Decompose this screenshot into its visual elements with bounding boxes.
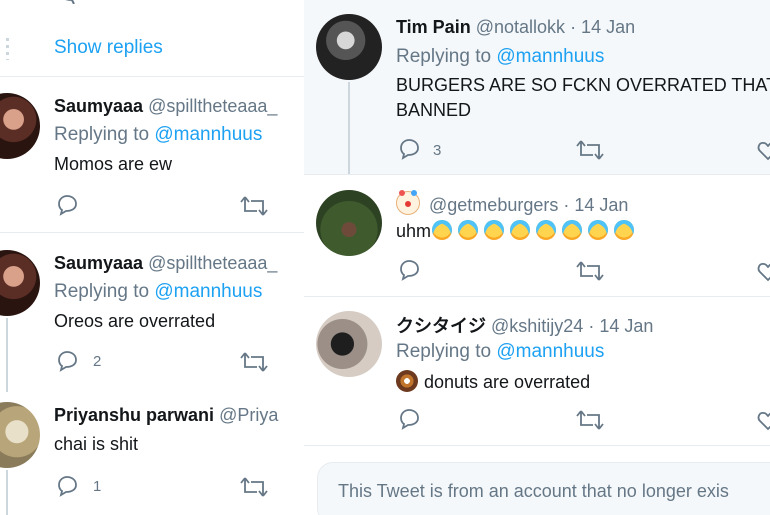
right-thread-panel: Tim Pain @notallokk · 14 Jan Replying to… <box>304 0 770 515</box>
reply-icon[interactable] <box>397 137 421 161</box>
loudly-crying-face-emoji <box>432 220 453 240</box>
thread-dots <box>6 38 9 60</box>
divider <box>304 445 770 446</box>
clown-face-emoji <box>396 190 420 215</box>
avatar[interactable] <box>0 93 40 159</box>
author-name[interactable]: Tim Pain <box>396 17 471 37</box>
tweet-text: chai is shit <box>54 434 139 454</box>
show-replies-link[interactable]: Show replies <box>54 37 163 59</box>
replying-label: Replying to <box>54 281 150 302</box>
reply-icon[interactable] <box>397 407 421 431</box>
retweet-icon[interactable] <box>240 194 268 218</box>
author-handle[interactable]: @getmeburgers <box>429 195 558 215</box>
avatar[interactable] <box>0 402 40 468</box>
divider <box>304 174 770 175</box>
like-icon[interactable] <box>756 138 770 162</box>
thread-line <box>6 470 8 515</box>
author-name[interactable]: Saumyaaa <box>54 96 143 116</box>
divider <box>304 296 770 297</box>
retweet-icon[interactable] <box>240 475 268 499</box>
like-icon[interactable] <box>756 408 770 432</box>
unavailable-notice-text: This Tweet is from an account that no lo… <box>338 481 729 501</box>
replying-label: Replying to <box>396 341 492 362</box>
replying-to-link[interactable]: @mannhuus <box>154 124 262 145</box>
loudly-crying-face-emoji <box>588 220 609 240</box>
retweet-icon[interactable] <box>576 138 604 162</box>
divider <box>0 232 304 233</box>
tweet-text: Momos are ew <box>54 154 173 174</box>
reply-icon[interactable] <box>397 258 421 282</box>
author-handle[interactable]: @Priya <box>219 405 278 425</box>
tweet-text: uhm <box>396 221 432 241</box>
retweet-icon[interactable] <box>576 408 604 432</box>
author-name[interactable]: Saumyaaa <box>54 253 143 273</box>
tweet-date[interactable]: · 14 Jan <box>563 195 628 215</box>
avatar[interactable] <box>316 190 382 256</box>
loudly-crying-face-emoji <box>484 220 505 240</box>
tweet-text-row: uhm <box>396 220 635 242</box>
loudly-crying-face-emoji <box>458 220 479 240</box>
retweet-icon[interactable] <box>242 0 268 4</box>
thread-line <box>348 82 350 174</box>
reply-icon[interactable] <box>56 0 80 4</box>
replying-label: Replying to <box>54 124 150 145</box>
left-thread-panel: Show replies Saumyaaa @spilltheteaaa_ Re… <box>0 0 304 515</box>
reply-icon[interactable] <box>55 193 79 217</box>
reply-count: 2 <box>93 353 102 370</box>
loudly-crying-face-emoji <box>562 220 583 240</box>
author-name[interactable]: Priyanshu parwani <box>54 405 214 425</box>
crying-emoji-row <box>431 220 635 241</box>
tweet-date[interactable]: · 14 Jan <box>588 316 653 336</box>
tweet-text-line-2: BANNED <box>396 100 472 120</box>
tweet-text: donuts are overrated <box>424 372 591 392</box>
tweet-text: Oreos are overrated <box>54 311 216 331</box>
tweet-text-line-1: BURGERS ARE SO FCKN OVERRATED THAT <box>396 75 770 95</box>
author-name[interactable]: クシタイジ <box>396 316 486 336</box>
author-handle[interactable]: @spilltheteaaa_ <box>148 96 277 116</box>
tweet-tim-pain[interactable]: Tim Pain @notallokk · 14 Jan Replying to… <box>304 0 770 174</box>
replying-to-link[interactable]: @mannhuus <box>496 341 604 362</box>
divider <box>0 76 304 77</box>
retweet-icon[interactable] <box>240 350 268 374</box>
author-handle[interactable]: @spilltheteaaa_ <box>148 253 277 273</box>
replying-to-link[interactable]: @mannhuus <box>154 281 262 302</box>
replying-label: Replying to <box>396 46 492 67</box>
unavailable-tweet-notice: This Tweet is from an account that no lo… <box>317 462 770 515</box>
donut-emoji <box>396 370 418 392</box>
loudly-crying-face-emoji <box>614 220 635 240</box>
avatar[interactable] <box>316 311 382 377</box>
avatar[interactable] <box>316 14 382 80</box>
reply-count: 1 <box>93 478 102 495</box>
author-handle[interactable]: @kshitijy24 <box>491 316 583 336</box>
reply-icon[interactable] <box>55 349 79 373</box>
reply-icon[interactable] <box>55 474 79 498</box>
avatar[interactable] <box>0 250 40 316</box>
retweet-icon[interactable] <box>576 259 604 283</box>
loudly-crying-face-emoji <box>510 220 531 240</box>
tweet-text-row: donuts are overrated <box>396 370 590 393</box>
replying-to-link[interactable]: @mannhuus <box>496 46 604 67</box>
loudly-crying-face-emoji <box>536 220 557 240</box>
like-icon[interactable] <box>756 259 770 283</box>
reply-count: 3 <box>433 142 442 159</box>
tweet-date[interactable]: · 14 Jan <box>570 17 635 37</box>
author-handle[interactable]: @notallokk <box>476 17 565 37</box>
thread-line <box>6 318 8 392</box>
